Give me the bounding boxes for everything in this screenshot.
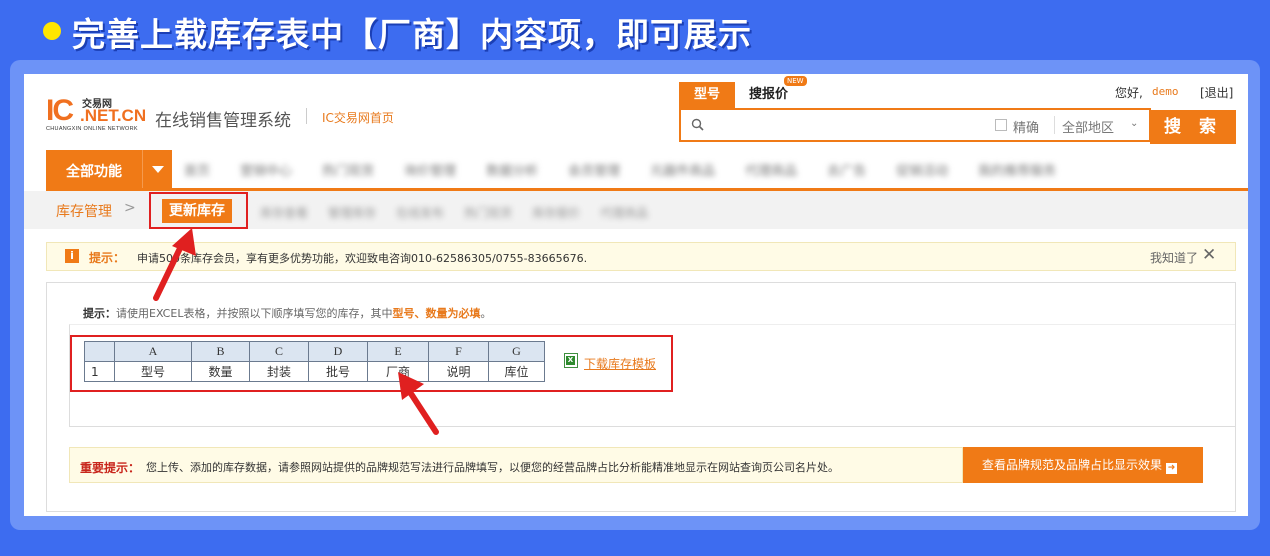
breadcrumb-inventory[interactable]: 库存管理 <box>56 201 112 221</box>
nav-item[interactable]: 促销活动 <box>896 160 948 179</box>
nav-item[interactable]: 数据分析 <box>486 160 538 179</box>
all-functions-divider <box>142 150 143 190</box>
search-button[interactable]: 搜 索 <box>1150 110 1236 144</box>
chevron-down-icon[interactable]: ⌄ <box>1130 118 1138 129</box>
nav-item[interactable]: 去广告 <box>827 160 866 179</box>
arrow-right-icon: ➜ <box>1166 463 1178 474</box>
nav-item[interactable]: 询价管理 <box>404 160 456 179</box>
search-icon <box>691 118 704 131</box>
annotation-box <box>70 335 673 392</box>
logout-link[interactable]: [退出] <box>1200 84 1233 101</box>
download-template-link[interactable]: 下载库存模板 <box>584 355 656 372</box>
new-badge: NEW <box>784 76 807 86</box>
home-link[interactable]: IC交易网首页 <box>322 109 394 126</box>
nav-item[interactable]: 会员管理 <box>568 160 620 179</box>
important-label: 重要提示： <box>80 461 141 475</box>
main-nav: 首页 营销中心 热门现货 询价管理 数据分析 会员管理 元器件商品 代理商品 去… <box>184 160 1086 179</box>
sub-nav-items: 库存查看 管理库存 在线发布 热门现货 库存报价 代理商品 <box>260 204 668 221</box>
upload-panel: 提示：请使用EXCEL表格，并按照以下顺序填写您的库存，其中型号、数量为必填。 … <box>46 282 1236 512</box>
hint-text: 请使用EXCEL表格，并按照以下顺序填写您的库存，其中 <box>116 307 393 320</box>
sub-nav: 库存管理 > 更新库存 库存查看 管理库存 在线发布 热门现货 库存报价 代理商… <box>24 191 1248 229</box>
banner-text: 完善上载库存表中【厂商】内容项，即可展示 <box>72 15 752 54</box>
nav-item[interactable]: 营销中心 <box>240 160 292 179</box>
important-text: 您上传、添加的库存数据，请参照网站提供的品牌规范写法进行品牌填写，以便您的经营品… <box>146 461 839 474</box>
all-functions-label: 全部功能 <box>66 164 122 180</box>
caret-down-icon <box>152 166 164 173</box>
system-title: 在线销售管理系统 <box>155 111 291 131</box>
hint-required: 型号、数量为必填 <box>392 307 481 320</box>
sub-nav-item[interactable]: 热门现货 <box>464 204 512 221</box>
greeting: 您好, <box>1115 86 1143 100</box>
excel-icon[interactable]: X <box>564 353 578 368</box>
sub-nav-item[interactable]: 库存报价 <box>532 204 580 221</box>
view-brand-spec-button[interactable]: 查看品牌规范及品牌占比显示效果 ➜ <box>963 447 1203 483</box>
nav-item[interactable]: 首页 <box>184 160 210 179</box>
nav-item[interactable]: 我的推荐服务 <box>978 160 1056 179</box>
important-notice: 重要提示： 您上传、添加的库存数据，请参照网站提供的品牌规范写法进行品牌填写，以… <box>69 447 963 483</box>
close-icon[interactable]: ✕ <box>1202 245 1216 265</box>
app-screen: IC 交易网 .NET.CN CHUANGXIN ONLINE NETWORK … <box>24 74 1248 516</box>
info-icon: i <box>65 249 79 263</box>
exact-label: 精确 <box>1013 121 1040 136</box>
sub-nav-item[interactable]: 在线发布 <box>396 204 444 221</box>
region-select[interactable]: 全部地区 <box>1062 117 1114 136</box>
all-functions-menu[interactable]: 全部功能 <box>46 150 172 190</box>
hint-label: 提示： <box>83 307 116 320</box>
breadcrumb-separator: > <box>124 200 136 216</box>
tip-label: 提示： <box>89 251 126 265</box>
sub-nav-item[interactable]: 库存查看 <box>260 204 308 221</box>
logo-net: .NET.CN <box>80 106 147 125</box>
site-logo[interactable]: IC 交易网 .NET.CN CHUANGXIN ONLINE NETWORK <box>46 92 156 132</box>
search-box: 精确 全部地区 ⌄ <box>679 108 1151 142</box>
exact-checkbox[interactable] <box>995 119 1007 131</box>
instruction-banner: 完善上载库存表中【厂商】内容项，即可展示 <box>0 0 1270 62</box>
tip-bar: i 提示： 申请500条库存会员，享有更多优势功能，欢迎致电咨询010-6258… <box>46 242 1236 271</box>
search-input[interactable] <box>711 114 981 136</box>
view-brand-spec-label: 查看品牌规范及品牌占比显示效果 <box>982 458 1163 472</box>
username[interactable]: demo <box>1152 85 1179 98</box>
sub-nav-item[interactable]: 代理商品 <box>600 204 648 221</box>
bullet-dot-icon <box>43 22 61 40</box>
tip-text: 申请500条库存会员，享有更多优势功能，欢迎致电咨询010-62586305/0… <box>137 252 588 265</box>
dismiss-link[interactable]: 我知道了 <box>1150 249 1198 266</box>
nav-item[interactable]: 代理商品 <box>745 160 797 179</box>
hint-end: 。 <box>480 307 492 320</box>
nav-item[interactable]: 热门现货 <box>322 160 374 179</box>
logo-en: CHUANGXIN ONLINE NETWORK <box>46 126 138 132</box>
logo-ic: IC <box>46 94 74 127</box>
upload-hint: 提示：请使用EXCEL表格，并按照以下顺序填写您的库存，其中型号、数量为必填。 <box>83 305 491 321</box>
tab-model[interactable]: 型号 <box>679 82 735 108</box>
nav-item[interactable]: 元器件商品 <box>650 160 715 179</box>
sub-nav-item[interactable]: 管理库存 <box>328 204 376 221</box>
region-divider <box>1054 116 1055 134</box>
annotation-box <box>149 192 248 229</box>
header-divider <box>306 108 307 124</box>
